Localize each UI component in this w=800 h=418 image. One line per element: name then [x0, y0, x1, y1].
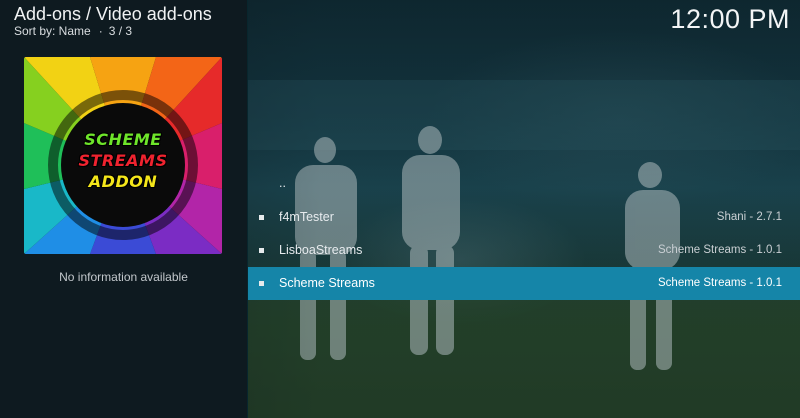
- clock: 12:00 PM: [670, 4, 790, 34]
- addon-description: No information available: [59, 270, 188, 284]
- bullet-icon: [259, 281, 264, 286]
- list-item-parent[interactable]: ..: [248, 168, 800, 201]
- list-item-meta: Scheme Streams - 1.0.1: [658, 277, 782, 289]
- list-item-meta: Scheme Streams - 1.0.1: [658, 244, 782, 256]
- thumbnail-title: SCHEME STREAMS ADDON: [24, 129, 222, 192]
- list-item-name: LisboaStreams: [279, 243, 363, 257]
- bullet-icon: [259, 215, 264, 220]
- thumbnail-line-3: ADDON: [88, 172, 158, 191]
- list-item[interactable]: LisboaStreams Scheme Streams - 1.0.1: [248, 234, 800, 267]
- sort-label: Sort by: Name: [14, 24, 91, 38]
- list-item[interactable]: f4mTester Shani - 2.7.1: [248, 201, 800, 234]
- list-item-name: Scheme Streams: [279, 276, 375, 290]
- bullet-icon: [259, 248, 264, 253]
- page-counter: 3 / 3: [108, 24, 133, 38]
- thumbnail-line-1: SCHEME: [84, 130, 162, 149]
- addon-thumbnail: SCHEME STREAMS ADDON: [24, 57, 222, 254]
- parent-folder-label: ..: [279, 176, 286, 190]
- list-item-name: f4mTester: [279, 210, 334, 224]
- addon-list: .. f4mTester Shani - 2.7.1 LisboaStreams…: [248, 168, 800, 300]
- list-item-selected[interactable]: Scheme Streams Scheme Streams - 1.0.1: [248, 267, 800, 300]
- page-title: Add-ons / Video add-ons: [14, 4, 212, 24]
- sort-info[interactable]: Sort by: Name · 3 / 3: [14, 24, 132, 38]
- list-item-meta: Shani - 2.7.1: [716, 211, 782, 223]
- sort-separator: ·: [98, 24, 103, 38]
- thumbnail-line-2: STREAMS: [78, 151, 168, 170]
